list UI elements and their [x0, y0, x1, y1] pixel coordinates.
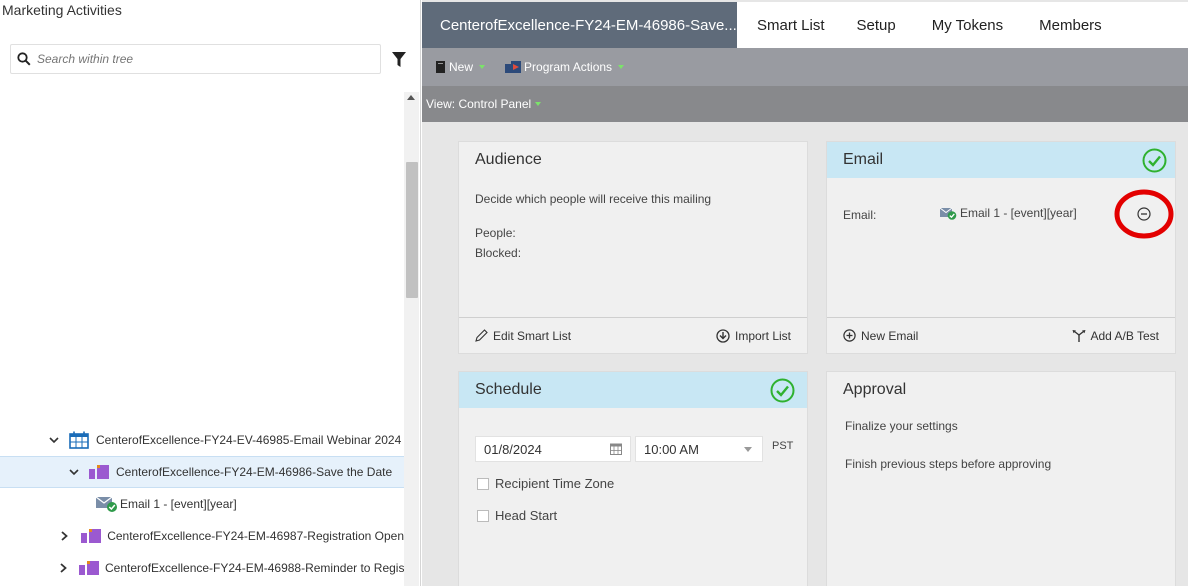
pencil-icon [475, 329, 488, 342]
calendar-icon [68, 431, 90, 449]
tree-item-label: CenterofExcellence-FY24-EM-46988-Reminde… [105, 561, 404, 575]
tree-item[interactable]: CenterofExcellence-FY24-EM-46987-Registr… [0, 520, 404, 552]
tree-search[interactable] [10, 44, 381, 74]
blocked-label: Blocked: [475, 246, 522, 260]
tab-program[interactable]: CenterofExcellence-FY24-EM-46986-Save... [422, 2, 737, 48]
approval-line-2: Finish previous steps before approving [845, 457, 1052, 471]
check-circle-icon [1142, 148, 1167, 178]
split-arrow-icon [1072, 329, 1085, 342]
tab-members[interactable]: Members [1019, 2, 1118, 48]
head-start-option[interactable]: Head Start [477, 508, 557, 523]
timezone-label: PST [772, 440, 794, 452]
chevron-right-icon[interactable] [60, 530, 69, 542]
plus-circle-icon [843, 329, 856, 342]
audience-card: Audience Decide which people will receiv… [458, 141, 808, 354]
tree-item-label: CenterofExcellence-FY24-EV-46985-Email W… [96, 433, 402, 447]
recipient-timezone-option[interactable]: Recipient Time Zone [477, 476, 614, 491]
scroll-thumb[interactable] [406, 162, 418, 298]
program-icon [88, 463, 110, 481]
import-icon [716, 328, 730, 343]
tree-item-selected[interactable]: CenterofExcellence-FY24-EM-46986-Save th… [0, 456, 404, 488]
email-approved-icon [96, 495, 118, 513]
tree-item-label: Email 1 - [event][year] [120, 497, 237, 511]
panel-title: Marketing Activities [2, 2, 122, 18]
remove-circle-icon[interactable] [1137, 207, 1151, 226]
approval-card: Approval Finalize your settings Finish p… [826, 371, 1176, 586]
tab-my-tokens[interactable]: My Tokens [912, 2, 1019, 48]
tree-item[interactable]: Email 1 - [event][year] [0, 488, 404, 520]
dropdown-arrow-icon [479, 65, 486, 69]
add-ab-test-button[interactable]: Add A/B Test [1072, 329, 1159, 343]
tab-smart-list[interactable]: Smart List [737, 2, 841, 48]
email-approved-icon [940, 207, 957, 220]
schedule-title: Schedule [459, 372, 807, 408]
tree-panel: Marketing Activities CenterofExcellence-… [0, 0, 421, 586]
check-circle-icon [770, 378, 795, 408]
program-actions-button[interactable]: Program Actions [505, 60, 625, 74]
audience-title: Audience [475, 151, 542, 168]
email-title: Email [827, 142, 1175, 178]
filter-icon[interactable] [392, 52, 406, 68]
date-field[interactable]: 01/8/2024 [475, 436, 631, 462]
program-actions-icon [505, 61, 522, 73]
email-asset-link[interactable]: Email 1 - [event][year] [940, 206, 1077, 220]
dropdown-arrow-icon [618, 65, 625, 69]
tab-bar: CenterofExcellence-FY24-EM-46986-Save...… [422, 2, 1188, 48]
recipient-timezone-checkbox[interactable] [477, 477, 489, 490]
chevron-down-icon[interactable] [68, 466, 80, 478]
tree-item-label: CenterofExcellence-FY24-EM-46987-Registr… [107, 529, 404, 543]
email-label: Email: [843, 208, 877, 222]
search-input[interactable] [37, 52, 367, 66]
chevron-down-icon[interactable] [48, 434, 60, 446]
toolbar: New Program Actions [422, 48, 1188, 86]
scroll-up-icon[interactable] [407, 95, 415, 100]
tree-item[interactable]: CenterofExcellence-FY24-EM-46988-Reminde… [0, 552, 404, 584]
chevron-right-icon[interactable] [60, 562, 67, 574]
program-icon [81, 527, 102, 545]
time-select[interactable]: 10:00 AM [635, 436, 763, 462]
main-panel: CenterofExcellence-FY24-EM-46986-Save...… [422, 0, 1188, 586]
tree-item[interactable]: CenterofExcellence-FY24-EV-46985-Email W… [0, 424, 404, 456]
tab-setup[interactable]: Setup [841, 2, 912, 48]
view-selector[interactable]: View: Control Panel [422, 86, 1188, 122]
tree-item-label: CenterofExcellence-FY24-EM-46986-Save th… [116, 465, 393, 479]
people-label: People: [475, 226, 516, 240]
head-start-checkbox[interactable] [477, 509, 489, 522]
dropdown-arrow-icon [535, 102, 542, 106]
new-icon [436, 61, 445, 73]
approval-line-1: Finalize your settings [845, 419, 958, 433]
import-list-button[interactable]: Import List [716, 329, 791, 343]
audience-description: Decide which people will receive this ma… [475, 192, 712, 206]
search-icon [11, 44, 37, 74]
approval-title: Approval [843, 381, 907, 398]
new-email-button[interactable]: New Email [843, 329, 918, 343]
calendar-picker-icon[interactable] [610, 443, 622, 458]
schedule-card: Schedule 01/8/2024 10:00 AM PST Recipien… [458, 371, 808, 586]
new-button[interactable]: New [436, 60, 486, 74]
edit-smart-list-button[interactable]: Edit Smart List [475, 329, 571, 343]
email-card: Email Email: Email 1 - [event][year] New… [826, 141, 1176, 354]
program-icon [79, 559, 99, 577]
dropdown-arrow-icon [744, 447, 752, 452]
